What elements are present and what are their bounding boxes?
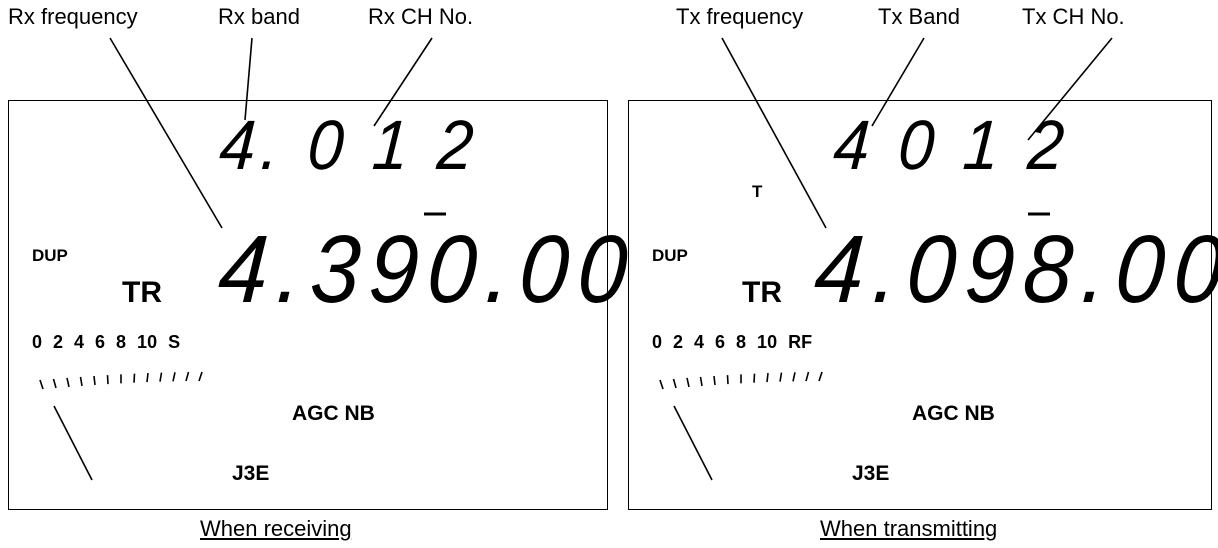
tx-agc-nb-indicator: AGC NB	[912, 402, 995, 425]
tx-channel-display: 4 0 1 2	[831, 106, 1072, 184]
tx-tr-indicator: TR	[742, 276, 782, 309]
rx-meter-scale-labels: 0 2 4 6 8 10 S	[32, 332, 181, 352]
tx-band-label: Tx Band	[878, 4, 960, 29]
rx-tr-indicator: TR	[122, 276, 162, 309]
receive-caption: When receiving	[200, 516, 352, 541]
rx-agc-nb-indicator: AGC NB	[292, 402, 375, 425]
tx-mode-indicator: J3E	[852, 462, 890, 485]
figure: Rx frequency Rx band Rx CH No. Tx freque…	[0, 0, 1218, 548]
rx-mode-indicator: J3E	[232, 462, 270, 485]
rx-frequency-label: Rx frequency	[8, 4, 138, 29]
tx-meter-scale-labels: 0 2 4 6 8 10 RF	[652, 332, 813, 352]
rx-frequency-display: 4.390.00	[215, 216, 640, 323]
transmit-caption: When transmitting	[820, 516, 998, 541]
tx-t-indicator: T	[752, 182, 763, 201]
rx-band-label: Rx band	[218, 4, 300, 29]
rx-dup-indicator: DUP	[32, 246, 68, 265]
rx-channel-display: 4. 0 1 2	[217, 106, 482, 184]
rx-ch-no-label: Rx CH No.	[368, 4, 474, 29]
tx-frequency-display: 4.098.00	[811, 216, 1218, 323]
tx-ch-no-label: Tx CH No.	[1022, 4, 1125, 29]
tx-frequency-label: Tx frequency	[676, 4, 804, 29]
tx-dup-indicator: DUP	[652, 246, 688, 265]
